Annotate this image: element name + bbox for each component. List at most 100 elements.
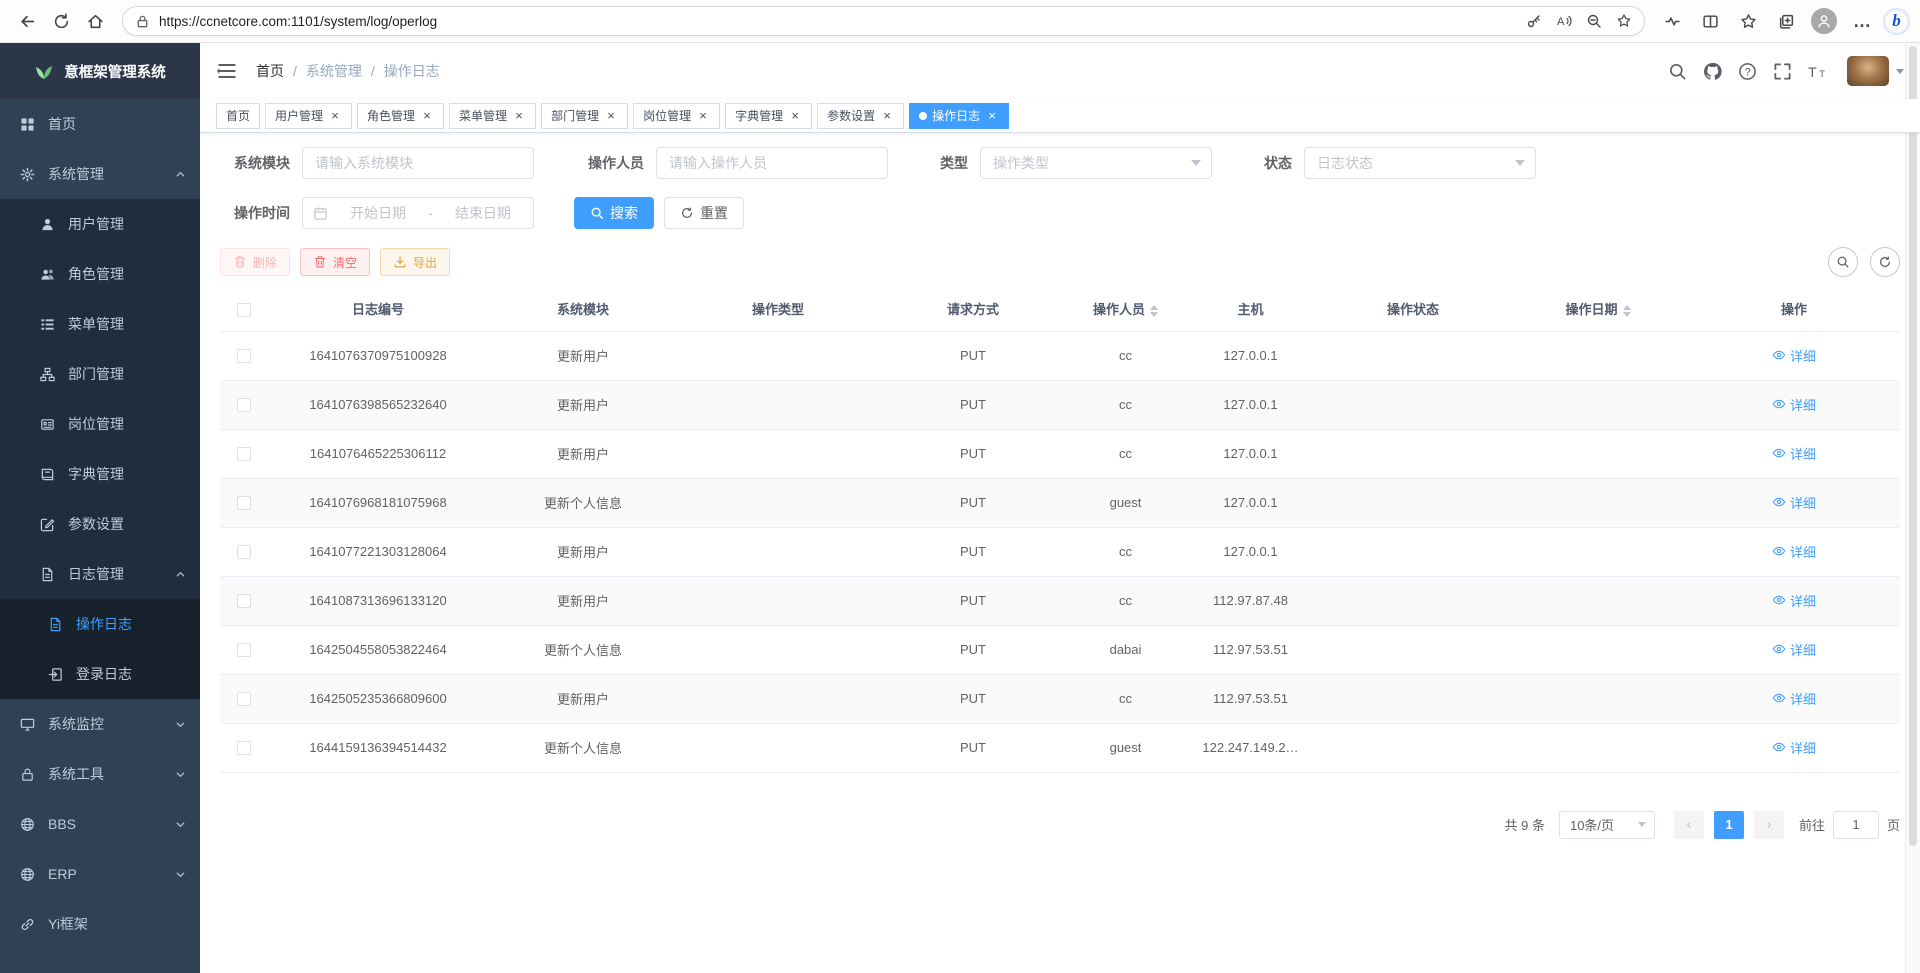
row-checkbox[interactable] xyxy=(237,496,251,510)
tab[interactable]: 部门管理 × xyxy=(541,103,628,129)
detail-link[interactable]: 详细 xyxy=(1772,591,1816,610)
user-menu[interactable] xyxy=(1847,56,1904,86)
row-checkbox[interactable] xyxy=(237,741,251,755)
date-range-picker[interactable]: 开始日期 - 结束日期 xyxy=(302,197,534,229)
favorite-add-icon[interactable] xyxy=(1616,13,1632,29)
table-header-cell[interactable]: 日志编号 xyxy=(268,287,488,331)
browser-profile-button[interactable] xyxy=(1807,4,1841,38)
sort-carets[interactable] xyxy=(1623,305,1631,317)
sidebar-item-log-mgmt[interactable]: 日志管理 xyxy=(0,549,200,599)
browser-settings-menu-button[interactable]: … xyxy=(1845,4,1879,38)
github-icon[interactable] xyxy=(1703,62,1722,81)
tab-close-icon[interactable]: × xyxy=(512,109,526,123)
row-checkbox[interactable] xyxy=(237,594,251,608)
table-header-cell[interactable]: 操作 xyxy=(1688,287,1900,331)
status-select[interactable]: 日志状态 xyxy=(1304,147,1536,179)
tab[interactable]: 角色管理 × xyxy=(357,103,444,129)
sidebar-item-bbs[interactable]: BBS xyxy=(0,799,200,849)
type-select[interactable]: 操作类型 xyxy=(980,147,1212,179)
sidebar-toggle-icon[interactable] xyxy=(216,60,238,82)
favorites-button[interactable] xyxy=(1731,4,1765,38)
end-date[interactable]: 结束日期 xyxy=(443,203,523,223)
zoom-icon[interactable] xyxy=(1586,13,1602,29)
table-header-cell[interactable]: 请求方式 xyxy=(878,287,1068,331)
detail-link[interactable]: 详细 xyxy=(1772,346,1816,365)
export-button[interactable]: 导出 xyxy=(380,248,450,276)
table-header-cell[interactable]: 操作类型 xyxy=(678,287,878,331)
header-search-icon[interactable] xyxy=(1668,62,1687,81)
sidebar-item-sys-tools[interactable]: 系统工具 xyxy=(0,749,200,799)
sidebar-item-erp[interactable]: ERP xyxy=(0,849,200,899)
tab[interactable]: 岗位管理 × xyxy=(633,103,720,129)
table-header-cell[interactable]: 操作日期 xyxy=(1508,287,1688,331)
operator-input[interactable] xyxy=(656,147,888,179)
tab[interactable]: 用户管理 × xyxy=(265,103,352,129)
detail-link[interactable]: 详细 xyxy=(1772,689,1816,708)
table-header-cell[interactable]: 系统模块 xyxy=(488,287,678,331)
url-text[interactable]: https://ccnetcore.com:1101/system/log/op… xyxy=(159,14,1526,29)
sidebar-item-dept-mgmt[interactable]: 部门管理 xyxy=(0,349,200,399)
password-key-icon[interactable] xyxy=(1526,13,1542,29)
sidebar-item-dict-mgmt[interactable]: 字典管理 xyxy=(0,449,200,499)
page-number-button[interactable]: 1 xyxy=(1714,811,1744,839)
row-checkbox[interactable] xyxy=(237,447,251,461)
help-icon[interactable]: ? xyxy=(1738,62,1757,81)
detail-link[interactable]: 详细 xyxy=(1772,395,1816,414)
sidebar-item-yi-framework[interactable]: Yi框架 xyxy=(0,899,200,949)
sidebar-item-sys-monitor[interactable]: 系统监控 xyxy=(0,699,200,749)
search-button[interactable]: 搜索 xyxy=(574,197,654,229)
detail-link[interactable]: 详细 xyxy=(1772,493,1816,512)
toggle-search-button[interactable] xyxy=(1828,247,1858,277)
next-page-button[interactable]: › xyxy=(1754,811,1784,839)
collections-button[interactable] xyxy=(1769,4,1803,38)
breadcrumb-system-mgmt[interactable]: 系统管理 xyxy=(306,61,362,81)
tab[interactable]: 参数设置 × xyxy=(817,103,904,129)
row-checkbox[interactable] xyxy=(237,398,251,412)
sidebar-item-login-log[interactable]: 登录日志 xyxy=(0,649,200,699)
sidebar-item-post-mgmt[interactable]: 岗位管理 xyxy=(0,399,200,449)
tab-close-icon[interactable]: × xyxy=(985,109,999,123)
browser-scrollbar[interactable] xyxy=(1905,43,1920,973)
reset-button[interactable]: 重置 xyxy=(664,197,744,229)
split-screen-button[interactable] xyxy=(1693,4,1727,38)
address-bar[interactable]: https://ccnetcore.com:1101/system/log/op… xyxy=(122,6,1645,36)
clear-button[interactable]: 清空 xyxy=(300,248,370,276)
row-checkbox[interactable] xyxy=(237,349,251,363)
tab[interactable]: 菜单管理 × xyxy=(449,103,536,129)
refresh-table-button[interactable] xyxy=(1870,247,1900,277)
row-checkbox[interactable] xyxy=(237,643,251,657)
delete-button[interactable]: 删除 xyxy=(220,248,290,276)
font-size-icon[interactable]: TT xyxy=(1808,62,1827,81)
copilot-bing-button[interactable]: b xyxy=(1883,8,1910,35)
tab-close-icon[interactable]: × xyxy=(604,109,618,123)
tab[interactable]: 字典管理 × xyxy=(725,103,812,129)
sidebar-item-oper-log[interactable]: 操作日志 xyxy=(0,599,200,649)
detail-link[interactable]: 详细 xyxy=(1772,738,1816,757)
tab[interactable]: 首页 × xyxy=(216,103,260,129)
browser-refresh-button[interactable] xyxy=(44,4,78,38)
sidebar-item-param-settings[interactable]: 参数设置 xyxy=(0,499,200,549)
sidebar-item-role-mgmt[interactable]: 角色管理 xyxy=(0,249,200,299)
tab-close-icon[interactable]: × xyxy=(328,109,342,123)
scrollbar-thumb[interactable] xyxy=(1909,46,1917,846)
browser-essentials-button[interactable] xyxy=(1655,4,1689,38)
browser-home-button[interactable] xyxy=(78,4,112,38)
tab-close-icon[interactable]: × xyxy=(880,109,894,123)
fullscreen-icon[interactable] xyxy=(1773,62,1792,81)
table-header-cell[interactable]: 操作状态 xyxy=(1318,287,1508,331)
detail-link[interactable]: 详细 xyxy=(1772,444,1816,463)
sidebar-item-menu-mgmt[interactable]: 菜单管理 xyxy=(0,299,200,349)
tab-close-icon[interactable]: × xyxy=(788,109,802,123)
detail-link[interactable]: 详细 xyxy=(1772,640,1816,659)
page-size-select[interactable]: 10条/页 xyxy=(1559,811,1655,839)
tab[interactable]: 操作日志 × xyxy=(909,103,1009,129)
sidebar-item-user-mgmt[interactable]: 用户管理 xyxy=(0,199,200,249)
row-checkbox[interactable] xyxy=(237,545,251,559)
sidebar-item-home[interactable]: 首页 xyxy=(0,99,200,149)
app-logo[interactable]: 意框架管理系统 xyxy=(0,43,200,99)
row-checkbox[interactable] xyxy=(237,692,251,706)
table-header-cell[interactable]: 操作人员 xyxy=(1068,287,1183,331)
select-all-checkbox[interactable] xyxy=(237,303,251,317)
breadcrumb-home[interactable]: 首页 xyxy=(256,61,284,81)
sort-carets[interactable] xyxy=(1150,305,1158,317)
